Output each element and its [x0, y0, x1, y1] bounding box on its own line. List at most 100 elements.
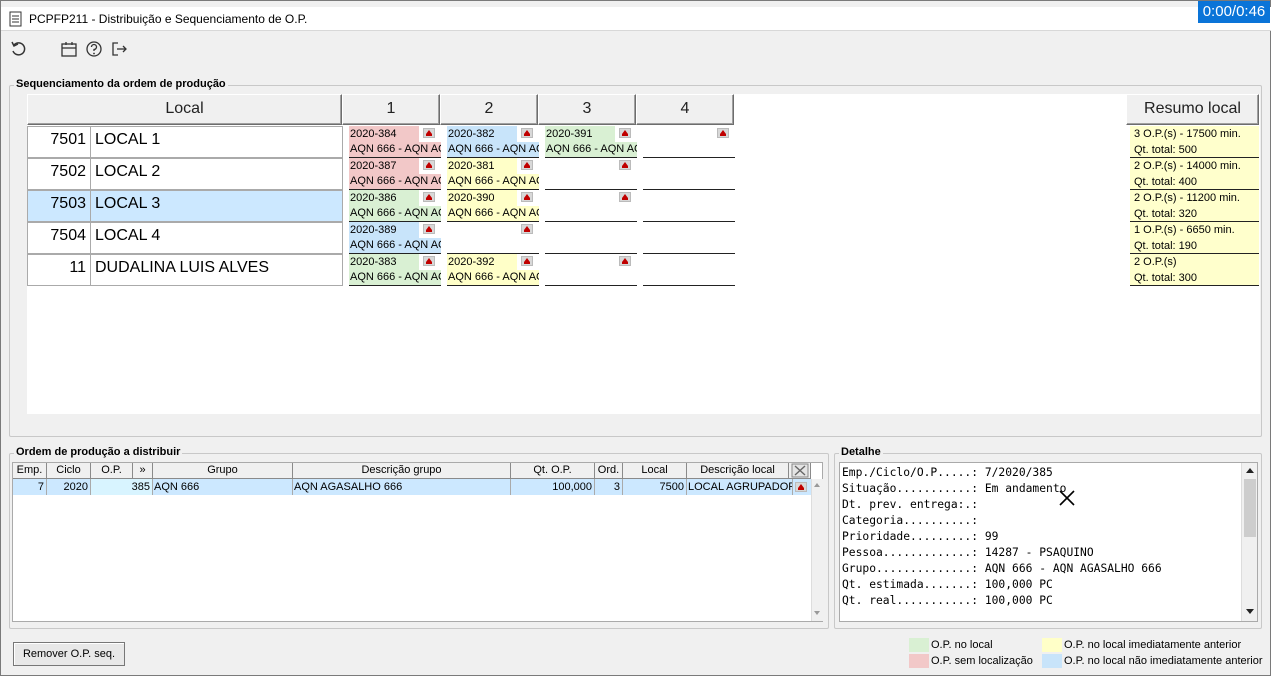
cell-ciclo[interactable]: 2020 [47, 479, 91, 495]
sequence-slot-1[interactable]: 2020-389AQN 666 - AQN AGASALHO 666 [349, 222, 441, 254]
col-grupo[interactable]: Grupo [153, 463, 293, 479]
help-icon[interactable] [84, 39, 104, 59]
op-number[interactable]: 2020-387 [349, 158, 419, 174]
local-code[interactable]: 7501 [27, 126, 91, 158]
op-description[interactable] [643, 206, 735, 221]
col-clear[interactable] [789, 463, 811, 479]
remove-op-seq-button[interactable]: Remover O.P. seq. [13, 642, 125, 666]
local-name[interactable]: DUDALINA LUIS ALVES [90, 254, 343, 286]
col-expand[interactable]: » [133, 463, 153, 479]
col-emp[interactable]: Emp. [13, 463, 47, 479]
move-up-icon[interactable] [423, 128, 435, 138]
move-up-icon[interactable] [423, 192, 435, 202]
sequence-slot-3[interactable] [545, 222, 637, 254]
scroll-up-icon[interactable] [1246, 468, 1254, 473]
move-up-icon[interactable] [423, 224, 435, 234]
scroll-down-icon[interactable] [814, 611, 820, 615]
sequence-slot-2[interactable]: 2020-382AQN 666 - AQN AGASALHO 666 [447, 126, 539, 158]
row-up-button[interactable] [793, 479, 811, 495]
sequence-slot-2[interactable]: 2020-392AQN 666 - AQN AGASALHO 666 [447, 254, 539, 286]
move-up-icon[interactable] [619, 192, 631, 202]
op-number[interactable] [545, 190, 546, 206]
cell-descricao-local[interactable]: LOCAL AGRUPADOR [687, 479, 793, 495]
op-number[interactable]: 2020-383 [349, 254, 419, 270]
local-name[interactable]: LOCAL 4 [90, 222, 343, 254]
sequence-slot-1[interactable]: 2020-384AQN 666 - AQN AGASALHO 666 [349, 126, 441, 158]
op-description[interactable]: AQN 666 - AQN AGASALHO 666 [447, 174, 539, 189]
op-number[interactable]: 2020-386 [349, 190, 419, 206]
header-col-4[interactable]: 4 [636, 94, 734, 125]
header-local[interactable]: Local [27, 94, 342, 125]
cell-op[interactable]: 385 [91, 479, 153, 495]
move-up-icon[interactable] [521, 160, 533, 170]
op-description[interactable] [545, 238, 637, 253]
header-col-3[interactable]: 3 [538, 94, 636, 125]
op-number[interactable] [545, 222, 546, 238]
cell-qt-op[interactable]: 100,000 [511, 479, 595, 495]
local-name[interactable]: LOCAL 3 [90, 190, 343, 222]
op-number[interactable]: 2020-389 [349, 222, 419, 238]
op-description[interactable]: AQN 666 - AQN AGASALHO 666 [447, 142, 539, 157]
op-number[interactable]: 2020-391 [545, 126, 615, 142]
sequence-slot-3[interactable] [545, 254, 637, 286]
op-description[interactable]: AQN 666 - AQN AGASALHO 666 [349, 206, 441, 221]
op-description[interactable]: AQN 666 - AQN AGASALHO 666 [349, 142, 441, 157]
sequence-slot-3[interactable] [545, 158, 637, 190]
refresh-icon[interactable] [9, 39, 29, 59]
col-descricao-local[interactable]: Descrição local [687, 463, 789, 479]
op-description[interactable]: AQN 666 - AQN AGASALHO 666 [349, 238, 441, 253]
op-number[interactable] [643, 190, 644, 206]
local-code[interactable]: 7503 [27, 190, 91, 222]
move-up-icon[interactable] [619, 256, 631, 266]
op-description[interactable] [643, 174, 735, 189]
calendar-icon[interactable] [59, 39, 79, 59]
detail-scrollbar[interactable] [1241, 463, 1257, 621]
scroll-down-icon[interactable] [1246, 609, 1254, 614]
op-number[interactable] [545, 254, 546, 270]
op-description[interactable] [643, 270, 735, 285]
col-op[interactable]: O.P. [91, 463, 133, 479]
col-local[interactable]: Local [623, 463, 687, 479]
header-col-1[interactable]: 1 [342, 94, 440, 125]
cell-ord[interactable]: 3 [595, 479, 623, 495]
op-description[interactable] [545, 174, 637, 189]
header-col-2[interactable]: 2 [440, 94, 538, 125]
sequence-slot-1[interactable]: 2020-383AQN 666 - AQN AGASALHO 666 [349, 254, 441, 286]
sequence-slot-2[interactable]: 2020-390AQN 666 - AQN AGASALHO 666 [447, 190, 539, 222]
move-up-icon[interactable] [717, 128, 729, 138]
op-description[interactable]: AQN 666 - AQN AGASALHO 666 [349, 270, 441, 285]
col-qt-op[interactable]: Qt. O.P. [511, 463, 595, 479]
scroll-thumb[interactable] [1244, 479, 1256, 537]
header-resumo-local[interactable]: Resumo local [1126, 94, 1259, 125]
local-name[interactable]: LOCAL 2 [90, 158, 343, 190]
sequence-slot-4[interactable] [643, 254, 735, 286]
move-up-icon[interactable] [521, 256, 533, 266]
op-number[interactable]: 2020-384 [349, 126, 419, 142]
cell-grupo[interactable]: AQN 666 [153, 479, 293, 495]
sequence-slot-4[interactable] [643, 126, 735, 158]
op-description[interactable]: AQN 666 - AQN AGASALHO 666 [447, 206, 539, 221]
sequence-slot-3[interactable] [545, 190, 637, 222]
move-up-icon[interactable] [521, 128, 533, 138]
op-number[interactable]: 2020-392 [447, 254, 517, 270]
op-description[interactable] [643, 142, 735, 157]
sequence-slot-4[interactable] [643, 190, 735, 222]
move-up-icon[interactable] [423, 160, 435, 170]
sequence-slot-4[interactable] [643, 158, 735, 190]
col-ord[interactable]: Ord. [595, 463, 623, 479]
op-number[interactable] [643, 126, 644, 142]
op-number[interactable] [447, 222, 448, 238]
op-description[interactable] [447, 238, 539, 253]
op-description[interactable] [643, 238, 735, 253]
move-up-icon[interactable] [795, 482, 807, 492]
op-number[interactable]: 2020-381 [447, 158, 517, 174]
op-number[interactable] [643, 254, 644, 270]
op-number[interactable]: 2020-390 [447, 190, 517, 206]
col-descricao-grupo[interactable]: Descrição grupo [293, 463, 511, 479]
op-description[interactable]: AQN 666 - AQN AGASALHO 666 [349, 174, 441, 189]
col-ciclo[interactable]: Ciclo [47, 463, 91, 479]
sequence-slot-1[interactable]: 2020-387AQN 666 - AQN AGASALHO 666 [349, 158, 441, 190]
move-up-icon[interactable] [619, 128, 631, 138]
op-description[interactable]: AQN 666 - AQN AGASALHO 666 [447, 270, 539, 285]
move-up-icon[interactable] [619, 160, 631, 170]
